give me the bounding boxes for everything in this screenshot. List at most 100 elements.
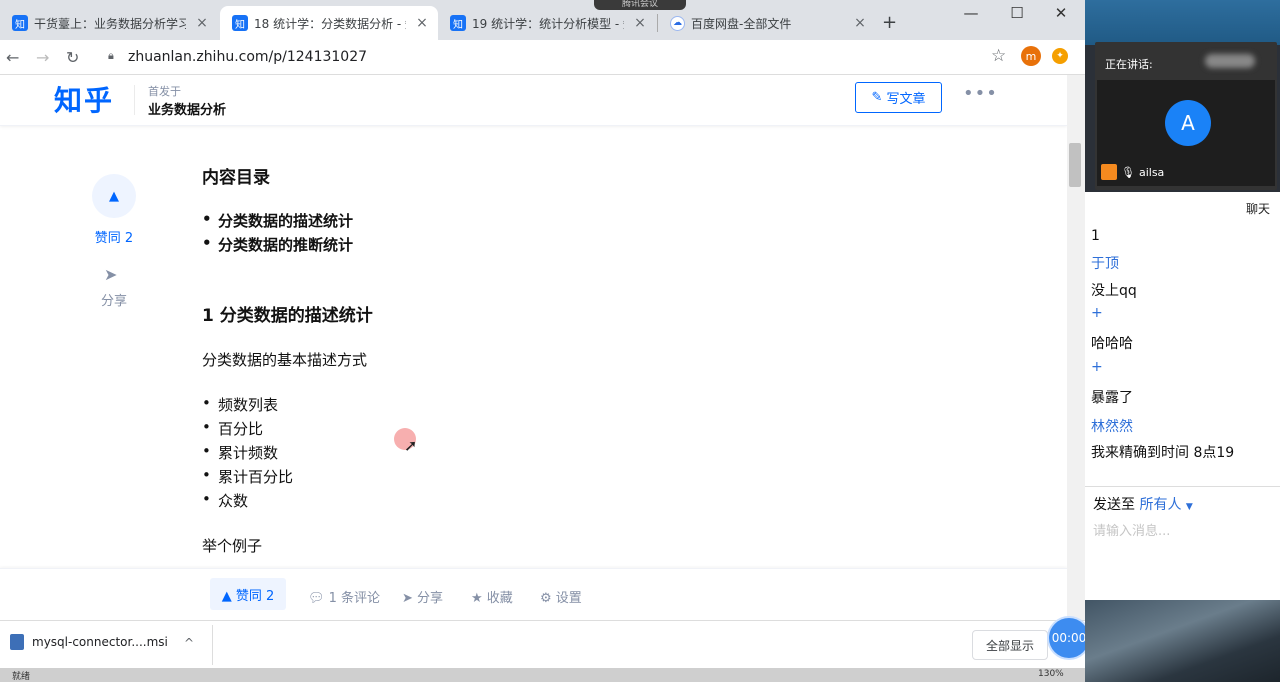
- extension-m-icon[interactable]: m: [1021, 46, 1041, 66]
- column-name-link[interactable]: 业务数据分析: [148, 99, 226, 118]
- show-all-downloads-button[interactable]: 全部显示: [972, 630, 1048, 660]
- share-label[interactable]: 分享: [80, 290, 148, 309]
- reload-icon[interactable]: ↻: [66, 48, 79, 67]
- tab-title: 干货薹上：业务数据分析学习目: [34, 16, 186, 31]
- more-options-icon[interactable]: •••: [963, 83, 998, 104]
- list-item: 众数: [202, 490, 248, 511]
- close-tab-icon[interactable]: ×: [632, 15, 648, 31]
- baidu-pan-favicon-icon: ☁: [670, 15, 685, 31]
- zhihu-article-page: 知乎 首发于 业务数据分析 ✎ 写文章 ••• ▲ 赞同 2 ➤ 分享 内容目录…: [0, 75, 1067, 620]
- upvote-button[interactable]: ▲: [92, 174, 136, 218]
- mouse-pointer-icon: ➚: [404, 436, 418, 455]
- settings-button[interactable]: ⚙ 设置: [540, 587, 582, 606]
- new-tab-button[interactable]: +: [882, 12, 897, 33]
- list-item: 百分比: [202, 418, 263, 439]
- tab-strip: 知 干货薹上：业务数据分析学习目 × 知 18 统计学：分类数据分析 - 知 ×…: [0, 0, 1085, 40]
- close-window-button[interactable]: ✕: [1046, 4, 1076, 22]
- minimize-button[interactable]: —: [956, 4, 986, 22]
- download-file-name: mysql-connector....msi: [32, 635, 168, 649]
- meeting-indicator[interactable]: 腾讯会议: [594, 0, 686, 10]
- settings-label: 设置: [555, 591, 582, 606]
- speaker-video[interactable]: A 🎙︎ ailsa: [1097, 80, 1275, 186]
- status-text: 就绪: [12, 672, 31, 682]
- browser-window: 知 干货薹上：业务数据分析学习目 × 知 18 统计学：分类数据分析 - 知 ×…: [0, 0, 1085, 668]
- tab-3[interactable]: 知 19 统计学：统计分析模型 - 知 ×: [438, 6, 656, 40]
- participant-tag: 🎙︎ ailsa: [1101, 164, 1164, 180]
- upvote-button[interactable]: ▲ 赞同 2: [210, 578, 286, 610]
- write-article-label: 写文章: [886, 92, 926, 107]
- tab-title: 19 统计学：统计分析模型 - 知: [472, 16, 624, 31]
- extension-badge-icon[interactable]: ✦: [1052, 48, 1068, 64]
- tab-1[interactable]: 知 干货薹上：业务数据分析学习目 ×: [0, 6, 218, 40]
- share-label: 分享: [417, 591, 444, 606]
- close-tab-icon[interactable]: ×: [852, 15, 868, 31]
- maximize-button[interactable]: ☐: [1002, 4, 1032, 22]
- zhihu-favicon-icon: 知: [450, 15, 466, 31]
- comments-label: 1 条评论: [328, 591, 381, 606]
- paragraph: 分类数据的基本描述方式: [202, 351, 368, 369]
- publish-label: 首发于: [148, 85, 181, 98]
- tab-title: 18 统计学：分类数据分析 - 知: [254, 16, 406, 31]
- toc-item[interactable]: 分类数据的推断统计: [202, 234, 353, 255]
- write-article-button[interactable]: ✎ 写文章: [855, 82, 942, 113]
- scrollbar-thumb[interactable]: [1069, 143, 1081, 187]
- chat-panel: 聊天 1 于顶 没上qq + 哈哈哈 + 暴露了 林然然 我来精确到时间 8点1…: [1085, 192, 1280, 600]
- triangle-up-icon: ▲: [109, 188, 119, 204]
- forward-icon[interactable]: →: [36, 48, 49, 67]
- send-to-label: 发送至: [1093, 497, 1135, 513]
- zhihu-favicon-icon: 知: [232, 15, 248, 31]
- send-target: 所有人: [1139, 497, 1182, 513]
- header-divider: [134, 85, 135, 115]
- list-item: 累计百分比: [202, 466, 293, 487]
- chat-sender: 林然然: [1091, 419, 1133, 435]
- zoom-level: 130%: [1038, 669, 1064, 679]
- section-heading: 1 分类数据的描述统计: [202, 306, 373, 326]
- desktop-background: [1085, 0, 1280, 45]
- url-text: zhuanlan.zhihu.com/p/124131027: [128, 49, 368, 65]
- toc-item[interactable]: 分类数据的描述统计: [202, 210, 353, 231]
- chat-sender: +: [1091, 305, 1103, 321]
- share-button[interactable]: ➤ 分享: [402, 587, 443, 606]
- participant-name: ailsa: [1138, 165, 1165, 179]
- comment-icon: 💬︎: [308, 591, 325, 606]
- chat-message: 我来精确到时间 8点19: [1091, 445, 1235, 461]
- star-icon: ★: [471, 591, 483, 606]
- blurred-speaker-name: [1205, 54, 1255, 68]
- active-speaker-panel: 正在讲话: A 🎙︎ ailsa: [1095, 42, 1277, 190]
- toc-title: 内容目录: [202, 168, 270, 188]
- desktop-background: [1085, 600, 1280, 682]
- paper-plane-icon: ➤: [402, 591, 413, 606]
- favorite-button[interactable]: ★ 收藏: [471, 587, 513, 606]
- back-icon[interactable]: ←: [6, 48, 19, 67]
- lock-icon[interactable]: 🔒︎: [108, 49, 114, 63]
- page-scrollbar[interactable]: [1067, 75, 1085, 620]
- tab-title: 百度网盘-全部文件: [691, 16, 792, 31]
- toolbar: ← → ↻ 🔒︎ zhuanlan.zhihu.com/p/124131027 …: [0, 40, 1085, 75]
- chat-divider: [1085, 486, 1280, 487]
- send-to-selector[interactable]: 发送至 所有人 ▼: [1093, 494, 1193, 514]
- close-tab-icon[interactable]: ×: [194, 15, 210, 31]
- zhihu-favicon-icon: 知: [12, 15, 28, 31]
- meeting-panel: 正在讲话: A 🎙︎ ailsa 聊天 1 于顶 没上qq + 哈哈哈 + 暴露…: [1085, 0, 1280, 682]
- zhihu-logo[interactable]: 知乎: [54, 79, 114, 119]
- chat-input[interactable]: 请输入消息...: [1093, 520, 1170, 539]
- download-bar: mysql-connector....msi ^ 全部显示: [0, 620, 1085, 668]
- edit-icon: ✎: [871, 90, 883, 105]
- chevron-up-icon[interactable]: ^: [184, 636, 194, 650]
- avatar: A: [1165, 100, 1211, 146]
- tab-2[interactable]: 知 18 统计学：分类数据分析 - 知 ×: [220, 6, 438, 40]
- bookmark-star-icon[interactable]: ☆: [991, 46, 1006, 66]
- paragraph: 举个例子: [202, 537, 263, 555]
- paper-plane-icon[interactable]: ➤: [104, 265, 117, 284]
- list-item: 频数列表: [202, 394, 278, 415]
- download-separator: [212, 625, 213, 665]
- address-bar[interactable]: 🔒︎ zhuanlan.zhihu.com/p/124131027 ☆: [98, 43, 1020, 71]
- upvote-count[interactable]: 赞同 2: [80, 227, 148, 246]
- chat-sender: 于顶: [1091, 256, 1119, 272]
- download-item[interactable]: mysql-connector....msi: [10, 634, 168, 650]
- tab-4[interactable]: ☁ 百度网盘-全部文件 ×: [658, 6, 876, 40]
- comments-button[interactable]: 💬︎ 1 条评论: [308, 587, 380, 606]
- speaking-label: 正在讲话:: [1105, 58, 1153, 71]
- close-tab-icon[interactable]: ×: [414, 15, 430, 31]
- microphone-icon: 🎙︎: [1121, 165, 1135, 179]
